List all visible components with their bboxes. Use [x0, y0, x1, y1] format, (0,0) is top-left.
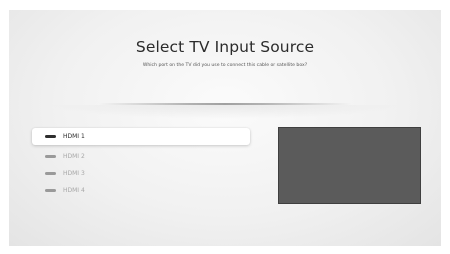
hdmi-port-icon: [45, 135, 56, 138]
hdmi-port-icon: [45, 172, 56, 175]
source-item-label: HDMI 2: [63, 153, 85, 160]
header-divider: [99, 103, 351, 105]
hdmi-port-icon: [45, 189, 56, 192]
source-item-hdmi-3[interactable]: HDMI 3: [32, 165, 250, 182]
source-item-label: HDMI 3: [63, 170, 85, 177]
source-item-label: HDMI 4: [63, 187, 85, 194]
source-item-hdmi-2[interactable]: HDMI 2: [32, 148, 250, 165]
page-title: Select TV Input Source: [135, 38, 315, 56]
input-source-list: HDMI 1 HDMI 2 HDMI 3 HDMI 4: [32, 128, 250, 199]
source-preview-window: [278, 127, 421, 204]
source-item-hdmi-4[interactable]: HDMI 4: [32, 182, 250, 199]
source-item-hdmi-1[interactable]: HDMI 1: [32, 128, 250, 145]
divider-glow: [49, 105, 401, 119]
setup-screen: Select TV Input Source Which port on the…: [9, 10, 441, 246]
page-subtitle: Which port on the TV did you use to conn…: [142, 63, 308, 68]
hdmi-port-icon: [45, 155, 56, 158]
source-item-label: HDMI 1: [63, 133, 85, 140]
